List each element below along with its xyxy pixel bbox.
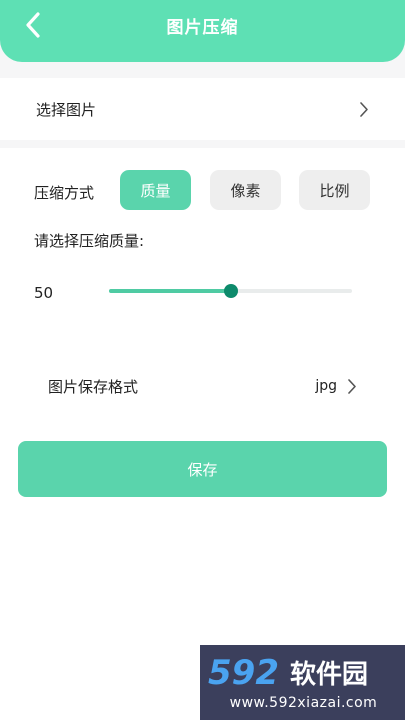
mode-ratio-button[interactable]: 比例: [299, 170, 370, 210]
chevron-right-icon: [348, 378, 356, 394]
save-format-row[interactable]: 图片保存格式 jpg: [0, 366, 405, 406]
page-title: 图片压缩: [166, 17, 239, 38]
chevron-right-icon: [360, 101, 368, 117]
mode-quality-button[interactable]: 质量: [120, 170, 191, 210]
select-image-row[interactable]: 选择图片: [0, 78, 405, 140]
app-header: 图片压缩: [0, 0, 405, 62]
save-format-value: jpg: [315, 378, 337, 394]
compression-settings-card: 压缩方式 质量 像素 比例 请选择压缩质量: 50 图片保存格式 jpg 保存: [0, 148, 405, 720]
select-image-card: 选择图片: [0, 78, 405, 140]
compression-method-label: 压缩方式: [34, 184, 95, 202]
svg-text:软件园: 软件园: [290, 660, 368, 690]
watermark-url: www.592xiazai.com: [229, 695, 378, 711]
select-image-label: 选择图片: [36, 100, 97, 119]
slider-value: 50: [34, 284, 54, 302]
save-format-label: 图片保存格式: [48, 377, 139, 396]
screen: 图片压缩 选择图片 压缩方式 质量 像素 比例 请选择压缩质量: 50 图片保存…: [0, 0, 405, 720]
slider-fill: [109, 289, 231, 293]
slider-thumb[interactable]: [223, 284, 238, 298]
site-watermark: 592 软件园 www.592xiazai.com: [200, 645, 405, 720]
watermark-logo: 592 软件园: [208, 653, 368, 691]
back-button[interactable]: [18, 8, 48, 42]
save-button[interactable]: 保存: [18, 441, 387, 497]
quality-slider[interactable]: [109, 281, 352, 301]
mode-pixel-button[interactable]: 像素: [210, 170, 281, 210]
quality-prompt-label: 请选择压缩质量:: [34, 232, 145, 250]
chevron-left-icon: [26, 12, 40, 38]
svg-text:592: 592: [208, 653, 279, 691]
